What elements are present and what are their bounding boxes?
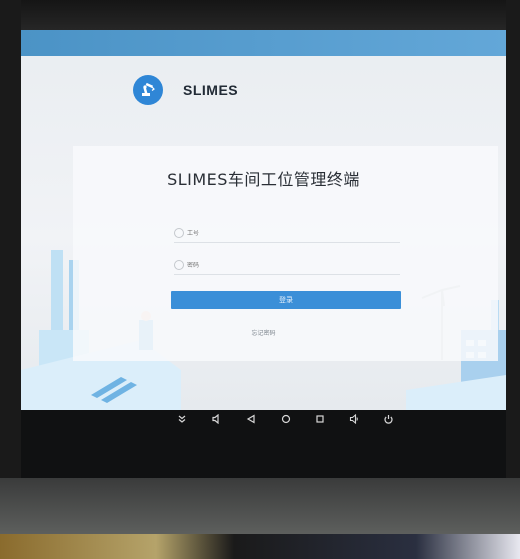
android-navigation-bar <box>21 410 506 478</box>
brand-name: SLIMES <box>183 82 239 98</box>
user-icon <box>174 228 184 238</box>
volume-down-icon[interactable] <box>209 412 223 426</box>
login-title: SLIMES车间工位管理终端 <box>167 170 360 189</box>
monitor-lower-panel <box>0 478 520 534</box>
home-icon[interactable] <box>279 412 293 426</box>
forgot-password-link[interactable]: 忘记密码 <box>21 328 506 337</box>
robot-arm-icon <box>133 75 163 105</box>
employee-id-input[interactable] <box>187 229 387 237</box>
top-bar <box>21 30 506 56</box>
desk-background <box>0 534 520 559</box>
back-icon[interactable] <box>244 412 258 426</box>
recents-icon[interactable] <box>313 412 327 426</box>
screen: SLIMES SLIMES车间工位管理终端 登录 忘记密码 <box>21 30 506 410</box>
lock-icon <box>174 260 184 270</box>
power-icon[interactable] <box>381 412 395 426</box>
login-button[interactable]: 登录 <box>171 291 401 309</box>
chevrons-down-icon[interactable] <box>175 412 189 426</box>
password-input[interactable] <box>187 261 387 269</box>
monitor-bezel-top <box>0 0 520 30</box>
monitor-bezel-right <box>506 0 520 480</box>
employee-id-field[interactable] <box>174 224 400 243</box>
password-field[interactable] <box>174 256 400 275</box>
volume-up-icon[interactable] <box>347 412 361 426</box>
monitor-bezel-left <box>0 0 21 480</box>
